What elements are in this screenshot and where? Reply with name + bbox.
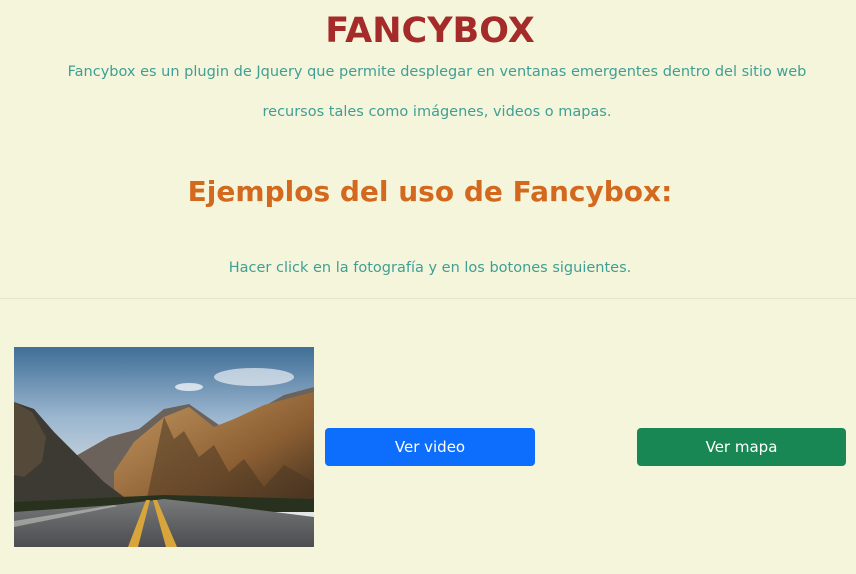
watch-video-button[interactable]: Ver video	[325, 428, 535, 466]
mountain-road-photo[interactable]	[14, 347, 314, 547]
examples-heading: Ejemplos del uso de Fancybox:	[187, 175, 673, 208]
section-divider	[0, 298, 856, 299]
instruction-text: Hacer click en la fotografía y en los bo…	[228, 260, 632, 276]
page-title: FANCYBOX	[325, 11, 535, 51]
intro-text-line-2: recursos tales como imágenes, videos o m…	[262, 104, 612, 120]
intro-text-line-1: Fancybox es un plugin de Jquery que perm…	[67, 64, 807, 80]
view-map-button[interactable]: Ver mapa	[637, 428, 846, 466]
